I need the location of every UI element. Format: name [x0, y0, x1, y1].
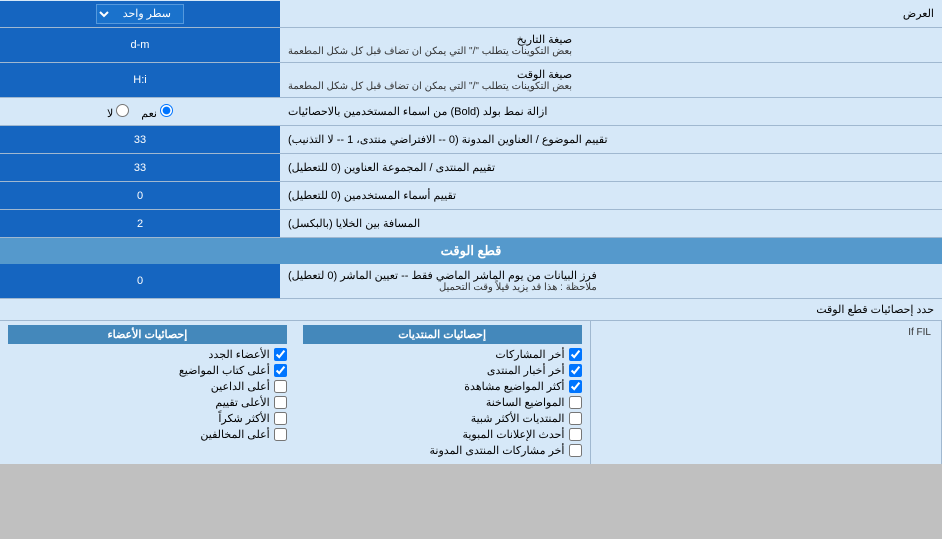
forum-order-row: تقييم المنتدى / المجموعة العناوين (0 للت…: [0, 154, 942, 182]
cb-top-writers[interactable]: [274, 364, 287, 377]
stats-header-row: حدد إحصائيات قطع الوقت: [0, 299, 942, 321]
topic-order-input-wrapper: [0, 126, 280, 153]
time-format-input[interactable]: [6, 71, 274, 89]
cb-hot-topics[interactable]: [569, 396, 582, 409]
cb-m-item-5: الأكثر شكراً: [8, 412, 287, 425]
cb-new-members[interactable]: [274, 348, 287, 361]
cb-similar-forums-label: المنتديات الأكثر شبية: [471, 412, 565, 425]
cb-latest-ads[interactable]: [569, 428, 582, 441]
time-format-label: صيغة الوقت بعض التكوينات يتطلب "/" التي …: [280, 63, 942, 97]
cb-top-writers-label: أعلى كتاب المواضيع: [179, 364, 270, 377]
cb-similar-forums[interactable]: [569, 412, 582, 425]
cb-most-viewed[interactable]: [569, 380, 582, 393]
cutoff-section-header: قطع الوقت: [0, 238, 942, 264]
cell-spacing-input[interactable]: [6, 215, 274, 233]
cb-last-posts[interactable]: [569, 348, 582, 361]
cell-spacing-input-wrapper: [0, 210, 280, 237]
time-format-row: صيغة الوقت بعض التكوينات يتطلب "/" التي …: [0, 63, 942, 98]
radio-yes-label: نعم: [141, 104, 173, 120]
main-container: العرض سطر واحد سطرين ثلاثة أسطر صيغة الت…: [0, 0, 942, 464]
cb-last-forum-posts[interactable]: [569, 444, 582, 457]
users-order-input-wrapper: [0, 182, 280, 209]
cb-m-item-3: أعلى الداعين: [8, 380, 287, 393]
cutoff-label: فرز البيانات من يوم الماشر الماضي فقط --…: [280, 264, 942, 298]
radio-yes[interactable]: [160, 104, 173, 117]
cb-top-rated[interactable]: [274, 396, 287, 409]
cb-m-item-2: أعلى كتاب المواضيع: [8, 364, 287, 377]
cb-new-members-label: الأعضاء الجدد: [209, 348, 270, 361]
cb-latest-ads-label: أحدث الإعلانات المبوية: [462, 428, 564, 441]
cb-last-news[interactable]: [569, 364, 582, 377]
stats-select-label: حدد إحصائيات قطع الوقت: [0, 300, 942, 319]
members-stats-header: إحصائيات الأعضاء: [8, 325, 287, 344]
users-order-row: تقييم أسماء المستخدمين (0 للتعطيل): [0, 182, 942, 210]
cb-top-rated-label: الأعلى تقييم: [215, 396, 269, 409]
date-format-row: صيغة التاريخ بعض التكوينات يتطلب "/" الت…: [0, 28, 942, 63]
cb-top-inviters[interactable]: [274, 380, 287, 393]
cb-last-posts-label: أخر المشاركات: [495, 348, 564, 361]
cell-spacing-row: المسافة بين الخلايا (بالبكسل): [0, 210, 942, 238]
cb-item-2: أخر أخبار المنتدى: [303, 364, 582, 377]
cb-most-thanks-label: الأكثر شكراً: [218, 412, 269, 425]
display-select-wrapper: سطر واحد سطرين ثلاثة أسطر: [0, 1, 280, 27]
display-label: العرض: [280, 3, 942, 24]
radio-no-label: لا: [107, 104, 129, 120]
bold-remove-label: ازالة نمط بولد (Bold) من اسماء المستخدمي…: [280, 98, 942, 125]
topic-order-input[interactable]: [6, 131, 274, 149]
topic-order-label: تقييم الموضوع / العناوين المدونة (0 -- ا…: [280, 126, 942, 153]
users-order-label: تقييم أسماء المستخدمين (0 للتعطيل): [280, 182, 942, 209]
bold-remove-radio-area: نعم لا: [0, 98, 280, 125]
cb-item-4: المواضيع الساخنة: [303, 396, 582, 409]
time-format-input-wrapper: [0, 63, 280, 97]
forum-stats-header: إحصائيات المنتديات: [303, 325, 582, 344]
cb-item-5: المنتديات الأكثر شبية: [303, 412, 582, 425]
cutoff-input[interactable]: [6, 272, 274, 290]
cb-m-item-4: الأعلى تقييم: [8, 396, 287, 409]
cb-item-3: أكثر المواضيع مشاهدة: [303, 380, 582, 393]
forum-order-input[interactable]: [6, 159, 274, 177]
cb-most-viewed-label: أكثر المواضيع مشاهدة: [464, 380, 564, 393]
radio-no[interactable]: [116, 104, 129, 117]
cell-spacing-label: المسافة بين الخلايا (بالبكسل): [280, 210, 942, 237]
cb-item-6: أحدث الإعلانات المبوية: [303, 428, 582, 441]
forum-order-input-wrapper: [0, 154, 280, 181]
stats-apply-col: If FIL: [591, 321, 942, 464]
display-select[interactable]: سطر واحد سطرين ثلاثة أسطر: [96, 4, 184, 24]
topic-order-row: تقييم الموضوع / العناوين المدونة (0 -- ا…: [0, 126, 942, 154]
cb-top-violations[interactable]: [274, 428, 287, 441]
forum-stats-col: إحصائيات المنتديات أخر المشاركات أخر أخب…: [295, 321, 591, 464]
if-fil-text: If FIL: [599, 325, 934, 340]
checkboxes-grid: If FIL إحصائيات المنتديات أخر المشاركات …: [0, 321, 942, 464]
display-row: العرض سطر واحد سطرين ثلاثة أسطر: [0, 0, 942, 28]
cb-hot-topics-label: المواضيع الساخنة: [486, 396, 565, 409]
cb-top-violations-label: أعلى المخالفين: [200, 428, 269, 441]
bold-remove-row: ازالة نمط بولد (Bold) من اسماء المستخدمي…: [0, 98, 942, 126]
cb-m-item-1: الأعضاء الجدد: [8, 348, 287, 361]
cb-m-item-6: أعلى المخالفين: [8, 428, 287, 441]
cb-last-news-label: أخر أخبار المنتدى: [487, 364, 565, 377]
date-format-label: صيغة التاريخ بعض التكوينات يتطلب "/" الت…: [280, 28, 942, 62]
cb-item-7: أخر مشاركات المنتدى المدونة: [303, 444, 582, 457]
cb-item-1: أخر المشاركات: [303, 348, 582, 361]
cb-top-inviters-label: أعلى الداعين: [211, 380, 270, 393]
cutoff-row: فرز البيانات من يوم الماشر الماضي فقط --…: [0, 264, 942, 299]
forum-order-label: تقييم المنتدى / المجموعة العناوين (0 للت…: [280, 154, 942, 181]
cutoff-input-wrapper: [0, 264, 280, 298]
cb-most-thanks[interactable]: [274, 412, 287, 425]
date-format-input-wrapper: [0, 28, 280, 62]
cb-last-forum-posts-label: أخر مشاركات المنتدى المدونة: [429, 444, 564, 457]
members-stats-col: إحصائيات الأعضاء الأعضاء الجدد أعلى كتاب…: [0, 321, 295, 464]
users-order-input[interactable]: [6, 187, 274, 205]
date-format-input[interactable]: [6, 36, 274, 54]
